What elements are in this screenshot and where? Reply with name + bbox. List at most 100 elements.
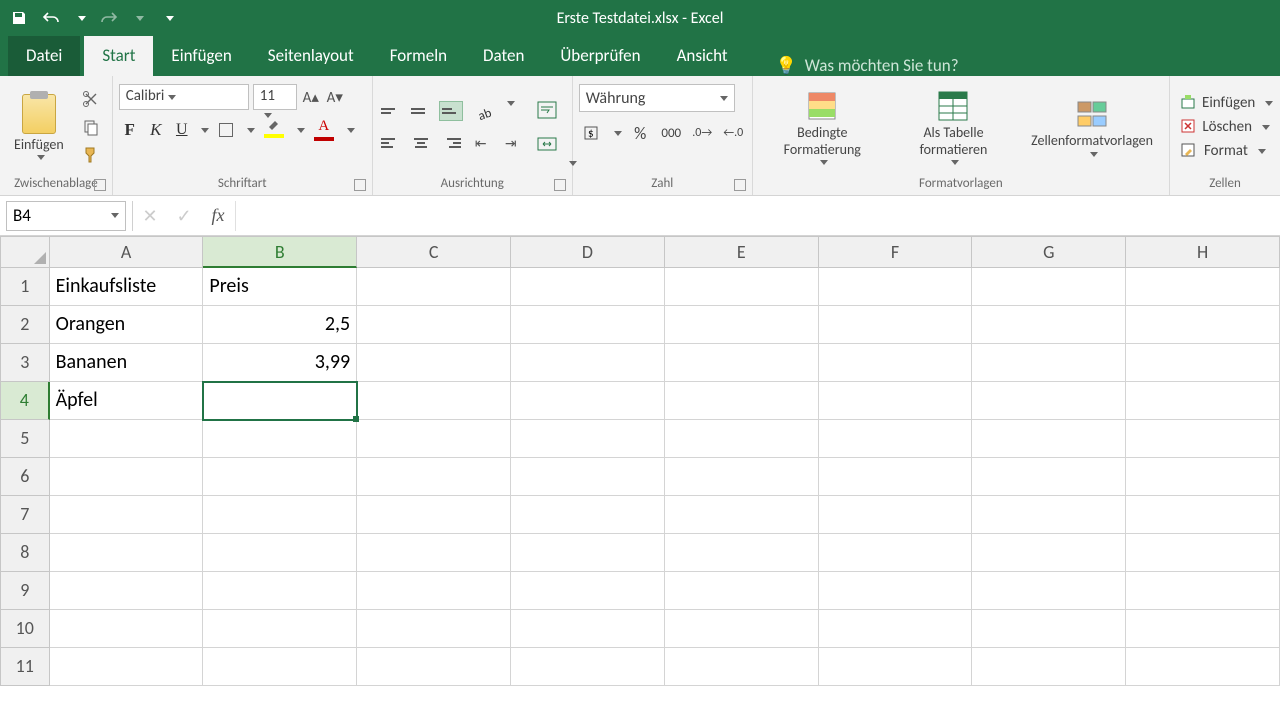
cell-A2[interactable]: Orangen — [50, 306, 204, 344]
row-header-4[interactable]: 4 — [0, 382, 50, 420]
clipboard-dialog-launcher[interactable] — [94, 179, 106, 191]
paste-button[interactable]: Einfügen — [6, 90, 72, 164]
cell-A1[interactable]: Einkaufsliste — [50, 268, 204, 306]
cell-C10[interactable] — [357, 610, 511, 648]
cell-G2[interactable] — [972, 306, 1126, 344]
cell-F9[interactable] — [819, 572, 973, 610]
cell-C11[interactable] — [357, 648, 511, 686]
row-header-1[interactable]: 1 — [0, 268, 50, 306]
cell-A9[interactable] — [50, 572, 204, 610]
cell-H4[interactable] — [1126, 382, 1280, 420]
align-left-button[interactable] — [379, 133, 403, 153]
align-middle-button[interactable] — [409, 101, 433, 121]
cell-A4[interactable]: Äpfel — [50, 382, 204, 420]
thousands-button[interactable]: 000 — [659, 120, 684, 146]
tab-ueberpruefen[interactable]: Überprüfen — [542, 36, 658, 76]
row-header-6[interactable]: 6 — [0, 458, 50, 496]
row-header-10[interactable]: 10 — [0, 610, 50, 648]
font-name-select[interactable]: Calibri — [119, 84, 249, 110]
cell-A7[interactable] — [50, 496, 204, 534]
cell-F4[interactable] — [819, 382, 973, 420]
cell-H2[interactable] — [1126, 306, 1280, 344]
cell-F10[interactable] — [819, 610, 973, 648]
cell-H11[interactable] — [1126, 648, 1280, 686]
cell-H6[interactable] — [1126, 458, 1280, 496]
cell-H3[interactable] — [1126, 344, 1280, 382]
cell-C4[interactable] — [357, 382, 511, 420]
format-painter-icon[interactable] — [80, 144, 102, 166]
cell-B7[interactable] — [203, 496, 357, 534]
cell-C5[interactable] — [357, 420, 511, 458]
insert-cells-button[interactable]: Einfügen — [1176, 93, 1274, 113]
cell-F8[interactable] — [819, 534, 973, 572]
tab-formeln[interactable]: Formeln — [372, 36, 465, 76]
cell-A6[interactable] — [50, 458, 204, 496]
cell-E1[interactable] — [665, 268, 819, 306]
row-header-8[interactable]: 8 — [0, 534, 50, 572]
cell-H10[interactable] — [1126, 610, 1280, 648]
borders-dropdown-icon[interactable] — [247, 128, 255, 133]
cell-C1[interactable] — [357, 268, 511, 306]
qat-customize-icon[interactable] — [166, 16, 174, 21]
cell-C2[interactable] — [357, 306, 511, 344]
tab-file[interactable]: Datei — [8, 36, 80, 76]
cell-E6[interactable] — [665, 458, 819, 496]
tell-me-search[interactable]: 💡 Was möchten Sie tun? — [776, 55, 959, 76]
cell-D11[interactable] — [511, 648, 665, 686]
cell-B4[interactable] — [203, 382, 357, 420]
font-size-select[interactable]: 11 — [253, 84, 297, 110]
tab-daten[interactable]: Daten — [465, 36, 542, 76]
cell-B1[interactable]: Preis — [203, 268, 357, 306]
cell-F1[interactable] — [819, 268, 973, 306]
font-dialog-launcher[interactable] — [354, 179, 366, 191]
cell-D2[interactable] — [511, 306, 665, 344]
align-right-button[interactable] — [439, 133, 463, 153]
cell-D10[interactable] — [511, 610, 665, 648]
conditional-formatting-button[interactable]: Bedingte Formatierung — [759, 87, 886, 168]
cell-F11[interactable] — [819, 648, 973, 686]
cell-A5[interactable] — [50, 420, 204, 458]
cell-F2[interactable] — [819, 306, 973, 344]
tab-start[interactable]: Start — [84, 36, 153, 76]
cell-B5[interactable] — [203, 420, 357, 458]
cell-styles-button[interactable]: Zellenformatvorlagen — [1021, 95, 1163, 159]
cell-G3[interactable] — [972, 344, 1126, 382]
row-header-11[interactable]: 11 — [0, 648, 50, 686]
col-header-A[interactable]: A — [50, 236, 204, 268]
orientation-dropdown-icon[interactable] — [507, 101, 515, 127]
cell-E8[interactable] — [665, 534, 819, 572]
cell-E9[interactable] — [665, 572, 819, 610]
align-top-button[interactable] — [379, 101, 403, 121]
cell-H5[interactable] — [1126, 420, 1280, 458]
cell-F7[interactable] — [819, 496, 973, 534]
cell-E3[interactable] — [665, 344, 819, 382]
cell-C8[interactable] — [357, 534, 511, 572]
delete-cells-button[interactable]: Löschen — [1176, 117, 1274, 137]
cell-G10[interactable] — [972, 610, 1126, 648]
cell-F3[interactable] — [819, 344, 973, 382]
italic-button[interactable]: K — [145, 119, 167, 141]
row-header-5[interactable]: 5 — [0, 420, 50, 458]
wrap-text-button[interactable] — [533, 97, 561, 123]
cell-B10[interactable] — [203, 610, 357, 648]
cell-G4[interactable] — [972, 382, 1126, 420]
select-all-corner[interactable] — [0, 236, 50, 268]
row-header-2[interactable]: 2 — [0, 306, 50, 344]
cell-B2[interactable]: 2,5 — [203, 306, 357, 344]
underline-button[interactable]: U — [171, 119, 193, 141]
cell-A11[interactable] — [50, 648, 204, 686]
col-header-D[interactable]: D — [511, 236, 665, 268]
cell-G9[interactable] — [972, 572, 1126, 610]
cell-B6[interactable] — [203, 458, 357, 496]
underline-dropdown-icon[interactable] — [201, 128, 209, 133]
cell-E10[interactable] — [665, 610, 819, 648]
cell-A8[interactable] — [50, 534, 204, 572]
align-center-button[interactable] — [409, 133, 433, 153]
copy-icon[interactable] — [80, 116, 102, 138]
cell-A3[interactable]: Bananen — [50, 344, 204, 382]
tab-einfuegen[interactable]: Einfügen — [153, 36, 249, 76]
cell-B8[interactable] — [203, 534, 357, 572]
bold-button[interactable]: F — [119, 119, 141, 141]
cell-E7[interactable] — [665, 496, 819, 534]
cell-G8[interactable] — [972, 534, 1126, 572]
